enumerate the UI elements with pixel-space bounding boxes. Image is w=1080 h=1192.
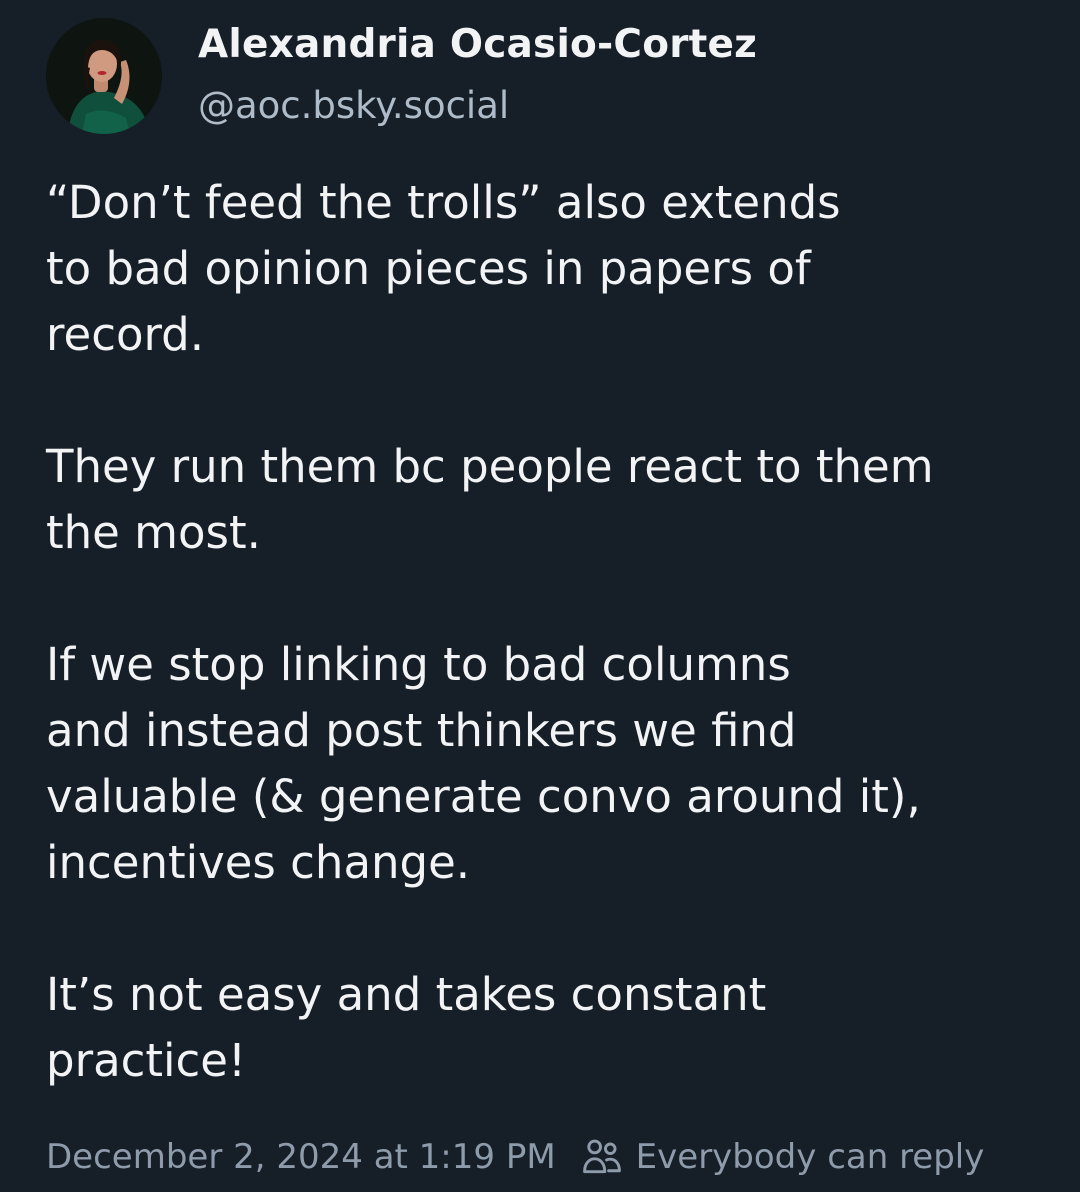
post-text: “Don’t feed the trolls” also extends to … (46, 176, 934, 1087)
post-footer: December 2, 2024 at 1:19 PM Everybody ca… (46, 1130, 984, 1184)
reply-setting-label: Everybody can reply (635, 1137, 985, 1177)
post-timestamp[interactable]: December 2, 2024 at 1:19 PM (46, 1137, 556, 1177)
post-card: Alexandria Ocasio-Cortez @aoc.bsky.socia… (0, 0, 1080, 1192)
author-display-name[interactable]: Alexandria Ocasio-Cortez (198, 22, 757, 67)
author-handle[interactable]: @aoc.bsky.social (198, 84, 509, 127)
author-avatar[interactable] (46, 18, 162, 134)
people-icon (582, 1139, 621, 1174)
avatar-image (46, 18, 162, 134)
reply-settings-button[interactable]: Everybody can reply (580, 1135, 985, 1179)
